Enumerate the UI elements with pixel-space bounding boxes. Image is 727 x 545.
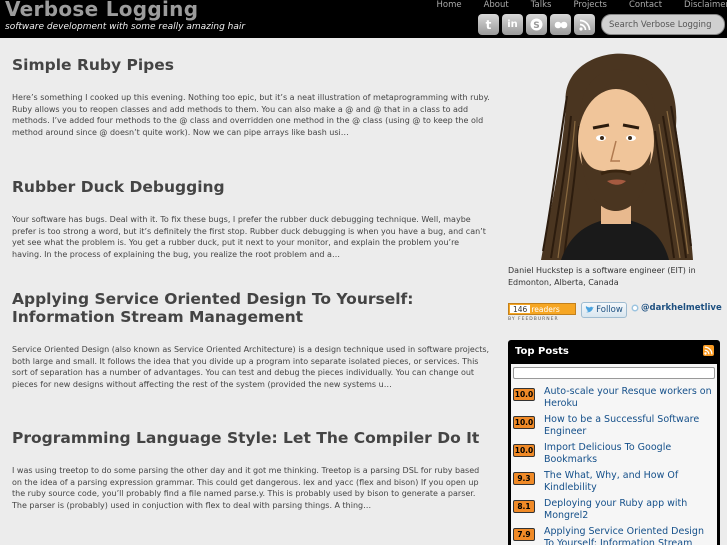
svg-text:S: S xyxy=(533,21,539,31)
score-badge: 9.3 xyxy=(513,472,535,485)
twitter-icon[interactable]: t xyxy=(478,14,499,35)
list-item: 10.0 How to be a Successful Software Eng… xyxy=(513,414,715,442)
rss-feed-icon[interactable] xyxy=(703,345,714,356)
post-title[interactable]: Programming Language Style: Let The Comp… xyxy=(12,429,490,447)
list-item: 9.3 The What, Why, and How Of Kindlebili… xyxy=(513,470,715,498)
nav-talks[interactable]: Talks xyxy=(531,0,552,11)
twitter-follow-button[interactable]: Follow xyxy=(581,302,627,318)
skype-icon[interactable]: S xyxy=(526,14,547,35)
top-post-link[interactable]: How to be a Successful Software Engineer xyxy=(544,414,715,437)
nav-home[interactable]: Home xyxy=(436,0,461,11)
post-excerpt: I was using treetop to do some parsing t… xyxy=(12,466,480,510)
top-posts-widget: Top Posts 10.0 Auto-scale your Resque wo… xyxy=(508,340,720,545)
post-excerpt: Your software has bugs. Deal with it. To… xyxy=(12,215,486,259)
search-input[interactable] xyxy=(601,14,725,35)
top-posts-list: 10.0 Auto-scale your Resque workers on H… xyxy=(513,386,715,545)
social-links: t in S xyxy=(478,14,595,35)
score-badge: 8.1 xyxy=(513,500,535,513)
twitter-handle-link[interactable]: @darkhelmetlive xyxy=(631,303,722,313)
list-item: 10.0 Auto-scale your Resque workers on H… xyxy=(513,386,715,414)
feed-count-badge[interactable]: 146 readers BY FEEDBURNER xyxy=(508,303,576,323)
site-header: Verbose Logging software development wit… xyxy=(0,0,727,38)
score-badge: 10.0 xyxy=(513,388,535,401)
list-item: 7.9 Applying Service Oriented Design To … xyxy=(513,526,715,545)
top-posts-filter-input[interactable] xyxy=(513,367,715,379)
nav-about[interactable]: About xyxy=(484,0,509,11)
score-badge: 10.0 xyxy=(513,416,535,429)
top-posts-title: Top Posts xyxy=(515,346,569,357)
post-excerpt: Service Oriented Design (also known as S… xyxy=(12,345,490,389)
post-item: Programming Language Style: Let The Comp… xyxy=(12,429,490,511)
feed-reader-label: readers xyxy=(531,305,560,314)
top-post-link[interactable]: Applying Service Oriented Design To Your… xyxy=(544,526,715,545)
top-post-link[interactable]: Deploying your Ruby app with Mongrel2 xyxy=(544,498,715,521)
list-item: 8.1 Deploying your Ruby app with Mongrel… xyxy=(513,498,715,526)
main-nav: Home About Talks Projects Contact Discla… xyxy=(414,0,727,11)
post-excerpt: Here’s something I cooked up this evenin… xyxy=(12,93,490,137)
linkedin-icon[interactable]: in xyxy=(502,14,523,35)
site-title[interactable]: Verbose Logging xyxy=(5,0,198,21)
list-item: 10.0 Import Delicious To Google Bookmark… xyxy=(513,442,715,470)
site-tagline: software development with some really am… xyxy=(5,22,246,32)
post-title[interactable]: Simple Ruby Pipes xyxy=(12,56,490,74)
flickr-icon[interactable] xyxy=(550,14,571,35)
top-post-link[interactable]: Auto-scale your Resque workers on Heroku xyxy=(544,386,715,409)
nav-projects[interactable]: Projects xyxy=(573,0,607,11)
feedburner-credit: BY FEEDBURNER xyxy=(508,317,559,322)
twitter-bird-icon xyxy=(586,306,595,313)
top-post-link[interactable]: Import Delicious To Google Bookmarks xyxy=(544,442,715,465)
post-title[interactable]: Rubber Duck Debugging xyxy=(12,178,490,196)
post-item: Rubber Duck Debugging Your software has … xyxy=(12,178,490,260)
rss-icon[interactable] xyxy=(574,14,595,35)
score-badge: 7.9 xyxy=(513,528,535,541)
top-posts-panel: 10.0 Auto-scale your Resque workers on H… xyxy=(511,364,717,545)
twitter-handle: @darkhelmetlive xyxy=(641,303,722,313)
post-item: Simple Ruby Pipes Here’s something I coo… xyxy=(12,56,490,138)
post-title[interactable]: Applying Service Oriented Design To Your… xyxy=(12,290,490,326)
score-badge: 10.0 xyxy=(513,444,535,457)
top-post-link[interactable]: The What, Why, and How Of Kindlebility xyxy=(544,470,715,493)
post-item: Applying Service Oriented Design To Your… xyxy=(12,290,490,390)
nav-contact[interactable]: Contact xyxy=(629,0,662,11)
feed-reader-count: 146 xyxy=(510,305,531,314)
nav-disclaimer[interactable]: Disclaimer xyxy=(684,0,727,11)
follow-label: Follow xyxy=(596,305,623,315)
author-avatar-icon xyxy=(541,53,693,260)
twitter-bird-small-icon xyxy=(631,304,639,312)
author-bio: Daniel Huckstep is a software engineer (… xyxy=(508,266,696,287)
